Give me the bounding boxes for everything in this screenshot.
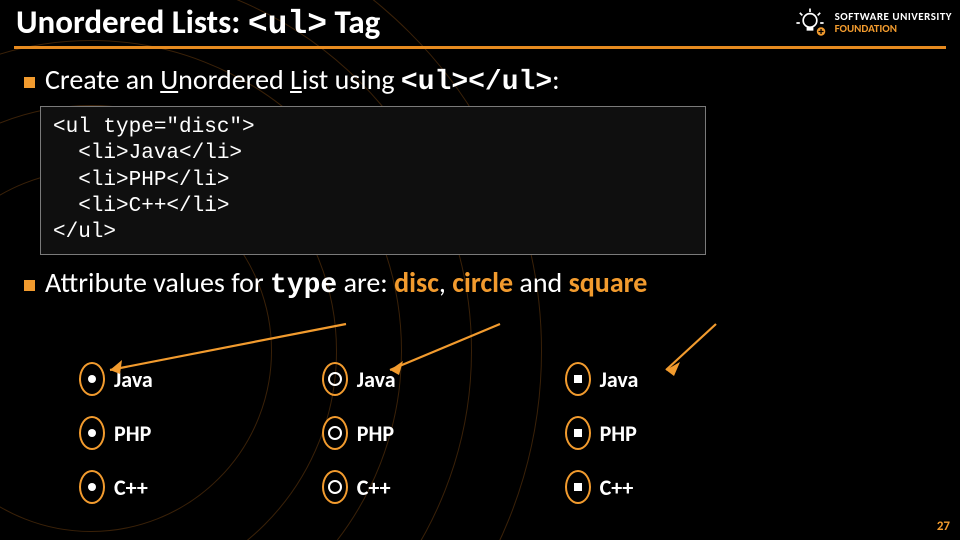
bullet-icon: [24, 77, 35, 88]
logo-line2: FOUNDATION: [835, 22, 897, 35]
list-item: Java: [600, 366, 639, 393]
value-circle: circle: [452, 265, 513, 300]
slide: Unordered Lists: <ul> Tag SOFTWARE UNIVE…: [0, 0, 960, 540]
brand-logo: SOFTWARE UNIVERSITYFOUNDATION: [793, 6, 952, 40]
slide-title: Unordered Lists: <ul> Tag: [16, 2, 380, 43]
list-item: PHP: [600, 420, 637, 447]
lightbulb-icon: [793, 6, 827, 40]
example-square: Java PHP C++: [566, 364, 639, 502]
title-text-suffix: Tag: [327, 2, 380, 42]
page-number: 27: [937, 519, 950, 534]
title-text-prefix: Unordered Lists:: [16, 2, 248, 42]
value-disc: disc: [394, 265, 439, 300]
example-circle: Java PHP C++: [323, 364, 396, 502]
bullet-2: Attribute values for type are: disc, cir…: [24, 265, 944, 301]
slide-body: Create an Unordered List using <ul></ul>…: [16, 58, 944, 307]
inline-code: type: [270, 270, 337, 301]
title-rule: [14, 46, 946, 49]
list-item: Java: [357, 366, 396, 393]
list-item: PHP: [114, 420, 151, 447]
example-disc: Java PHP C++: [80, 364, 153, 502]
code-block: <ul type="disc"> <li>Java</li> <li>PHP</…: [40, 106, 706, 255]
list-item: C++: [114, 474, 148, 501]
list-item: C++: [357, 474, 391, 501]
bullet-1: Create an Unordered List using <ul></ul>…: [24, 62, 944, 98]
examples-row: Java PHP C++ Java PHP C++ Java PHP C++: [80, 364, 638, 502]
list-item: PHP: [357, 420, 394, 447]
value-square: square: [569, 265, 648, 300]
list-item: C++: [600, 474, 634, 501]
title-code: <ul>: [248, 6, 327, 43]
bullet-icon: [24, 280, 35, 291]
list-item: Java: [114, 366, 153, 393]
inline-code: <ul></ul>: [401, 67, 552, 98]
